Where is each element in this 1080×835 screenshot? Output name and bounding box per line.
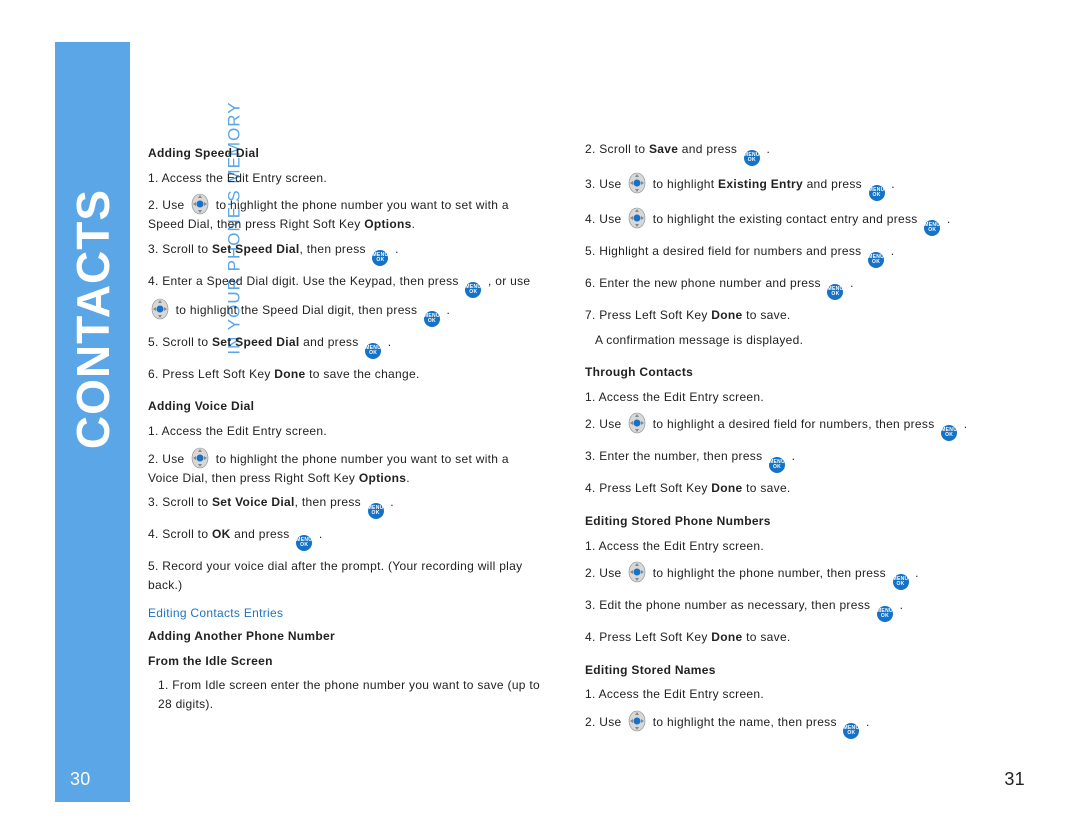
step: 2. Scroll to Save and press MENUOK . [585, 140, 980, 166]
step: 1. Access the Edit Entry screen. [585, 388, 980, 407]
left-column: Adding Speed Dial 1. Access the Edit Ent… [148, 140, 543, 719]
menu-ok-icon: MENUOK [869, 185, 885, 201]
menu-ok-icon: MENUOK [372, 250, 388, 266]
step: 7. Press Left Soft Key Done to save. [585, 306, 980, 325]
step: 2. Use to highlight the phone number you… [148, 193, 543, 234]
step: 5. Record your voice dial after the prom… [148, 557, 543, 594]
navkey-icon [628, 172, 646, 194]
page-number-right: 31 [1004, 769, 1025, 790]
step: 3. Scroll to Set Speed Dial, then press … [148, 240, 543, 266]
menu-ok-icon: MENUOK [744, 150, 760, 166]
step: A confirmation message is displayed. [585, 331, 980, 350]
band-title: CONTACTS [66, 189, 120, 449]
menu-ok-icon: MENUOK [924, 220, 940, 236]
heading-edit-numbers: Editing Stored Phone Numbers [585, 512, 980, 531]
step: 5. Highlight a desired field for numbers… [585, 242, 980, 268]
section-band: CONTACTS [55, 42, 130, 802]
navkey-icon [151, 298, 169, 320]
menu-ok-icon: MENUOK [893, 574, 909, 590]
step: 1. Access the Edit Entry screen. [148, 422, 543, 441]
section-heading: Editing Contacts Entries [148, 604, 543, 623]
step: 2. Use to highlight a desired field for … [585, 412, 980, 441]
step: 6. Press Left Soft Key Done to save the … [148, 365, 543, 384]
heading-through-contacts: Through Contacts [585, 363, 980, 382]
menu-ok-icon: MENUOK [941, 425, 957, 441]
menu-ok-icon: MENUOK [868, 252, 884, 268]
navkey-icon [628, 412, 646, 434]
menu-ok-icon: MENUOK [843, 723, 859, 739]
step: 1. Access the Edit Entry screen. [585, 685, 980, 704]
right-column: 2. Scroll to Save and press MENUOK . 3. … [585, 140, 980, 745]
navkey-icon [191, 447, 209, 469]
step: 4. Use to highlight the existing contact… [585, 207, 980, 236]
menu-ok-icon: MENUOK [424, 311, 440, 327]
step: 4. Enter a Speed Dial digit. Use the Key… [148, 272, 543, 327]
menu-ok-icon: MENUOK [769, 457, 785, 473]
step: 3. Use to highlight Existing Entry and p… [585, 172, 980, 201]
step: 5. Scroll to Set Speed Dial and press ME… [148, 333, 543, 359]
menu-ok-icon: MENUOK [877, 606, 893, 622]
menu-ok-icon: MENUOK [827, 284, 843, 300]
menu-ok-icon: MENUOK [365, 343, 381, 359]
heading-voice-dial: Adding Voice Dial [148, 397, 543, 416]
navkey-icon [191, 193, 209, 215]
navkey-icon [628, 207, 646, 229]
step: 6. Enter the new phone number and press … [585, 274, 980, 300]
step: 2. Use to highlight the name, then press… [585, 710, 980, 739]
step: 4. Press Left Soft Key Done to save. [585, 628, 980, 647]
page-number-left: 30 [70, 769, 91, 790]
heading-add-number: Adding Another Phone Number [148, 627, 543, 646]
menu-ok-icon: MENUOK [465, 282, 481, 298]
step: 4. Press Left Soft Key Done to save. [585, 479, 980, 498]
step: 3. Enter the number, then press MENUOK . [585, 447, 980, 473]
navkey-icon [628, 561, 646, 583]
heading-idle-screen: From the Idle Screen [148, 652, 543, 671]
step: 1. Access the Edit Entry screen. [148, 169, 543, 188]
menu-ok-icon: MENUOK [296, 535, 312, 551]
navkey-icon [628, 710, 646, 732]
step: 3. Scroll to Set Voice Dial, then press … [148, 493, 543, 519]
step: 1. Access the Edit Entry screen. [585, 537, 980, 556]
menu-ok-icon: MENUOK [368, 503, 384, 519]
step: 2. Use to highlight the phone number, th… [585, 561, 980, 590]
step: 4. Scroll to OK and press MENUOK . [148, 525, 543, 551]
heading-edit-names: Editing Stored Names [585, 661, 980, 680]
step: 1. From Idle screen enter the phone numb… [148, 676, 543, 713]
step: 3. Edit the phone number as necessary, t… [585, 596, 980, 622]
heading-speed-dial: Adding Speed Dial [148, 144, 543, 163]
step: 2. Use to highlight the phone number you… [148, 447, 543, 488]
